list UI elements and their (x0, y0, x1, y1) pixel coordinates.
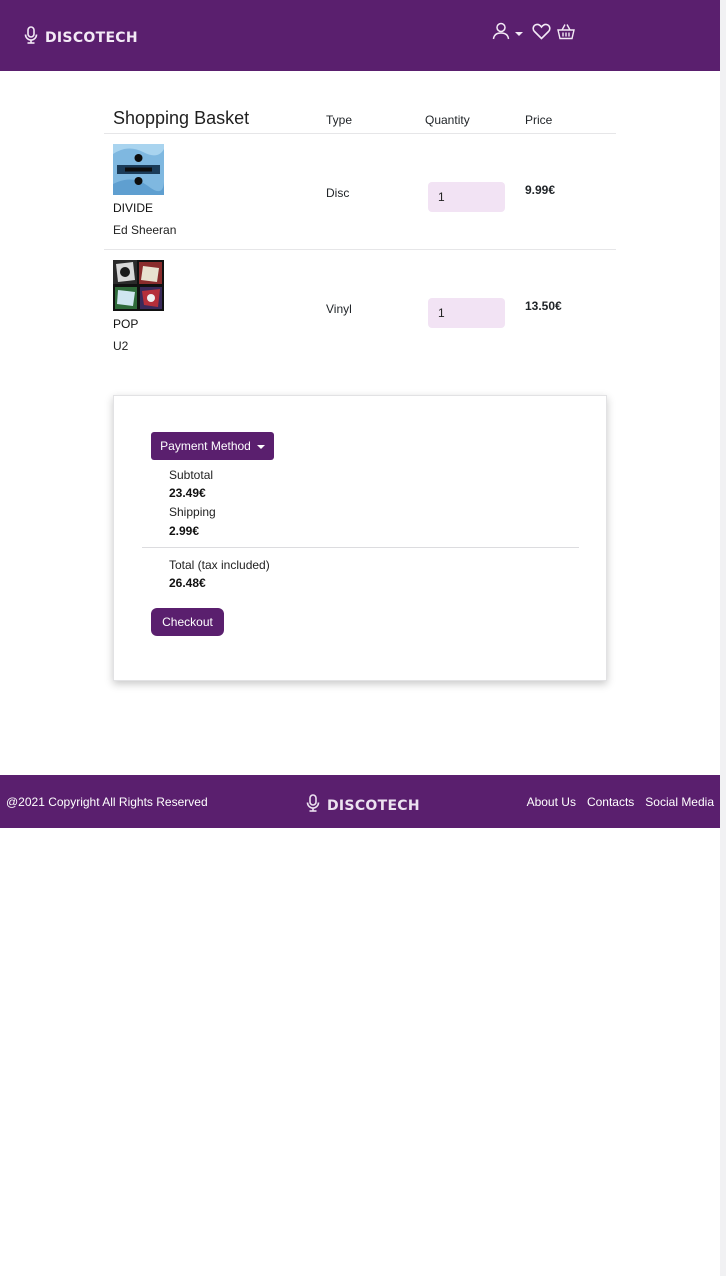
table-row: POP U2 Vinyl 13.50€ (104, 250, 616, 366)
item-type: Vinyl (326, 302, 352, 316)
user-menu-toggle[interactable] (492, 22, 523, 45)
shipping-value: 2.99€ (169, 524, 200, 538)
social-media-link[interactable]: Social Media (645, 795, 714, 809)
about-us-link[interactable]: About Us (527, 795, 576, 809)
summary-divider (142, 547, 579, 548)
nav-icons (492, 22, 575, 45)
column-header-type: Type (326, 113, 353, 127)
top-navbar: DISCOTECH (0, 0, 720, 71)
copyright-text: @2021 Copyright All Rights Reserved (6, 795, 208, 809)
total-value: 26.48€ (169, 576, 206, 590)
album-cover-divide[interactable] (113, 144, 164, 195)
album-cover-pop[interactable] (113, 260, 164, 311)
table-row: DIVIDE Ed Sheeran Disc 9.99€ (104, 134, 616, 250)
checkout-button[interactable]: Checkout (151, 608, 224, 636)
column-header-price: Price (525, 113, 553, 127)
payment-method-dropdown[interactable]: Payment Method (151, 432, 274, 460)
basket-button[interactable] (557, 23, 575, 45)
album-title[interactable]: DIVIDE (113, 201, 153, 215)
basket-header: Shopping Basket Type Quantity Price (104, 104, 616, 134)
user-icon (492, 22, 510, 45)
page-title: Shopping Basket (113, 108, 250, 128)
footer-brand-logo[interactable]: DISCOTECH (306, 794, 420, 817)
subtotal-label: Subtotal (169, 468, 214, 482)
shipping-label: Shipping (169, 505, 216, 519)
microphone-icon (24, 26, 38, 49)
quantity-input[interactable] (428, 182, 505, 212)
chevron-down-icon (515, 31, 523, 36)
microphone-icon (306, 794, 320, 817)
payment-method-label: Payment Method (160, 439, 251, 453)
subtotal-value: 23.49€ (169, 486, 206, 500)
basket-icon (557, 23, 575, 45)
item-type: Disc (326, 186, 350, 200)
item-price: 13.50€ (525, 299, 562, 313)
footer-links: About Us Contacts Social Media (527, 795, 714, 809)
brand-name: DISCOTECH (45, 29, 138, 46)
total-label: Total (tax included) (169, 558, 270, 572)
album-artist: Ed Sheeran (113, 223, 177, 237)
quantity-input[interactable] (428, 298, 505, 328)
page-edge (720, 0, 726, 1276)
brand-logo[interactable]: DISCOTECH (24, 26, 138, 49)
album-artist: U2 (113, 339, 129, 353)
chevron-down-icon (256, 444, 265, 449)
footer-brand-name: DISCOTECH (327, 797, 420, 814)
footer: @2021 Copyright All Rights Reserved DISC… (0, 775, 720, 828)
item-price: 9.99€ (525, 183, 556, 197)
wishlist-button[interactable] (532, 23, 551, 45)
album-title[interactable]: POP (113, 317, 138, 331)
order-summary-card: Payment Method Subtotal 23.49€ Shipping … (113, 395, 607, 681)
column-header-quantity: Quantity (425, 113, 470, 127)
contacts-link[interactable]: Contacts (587, 795, 634, 809)
shopping-basket: Shopping Basket Type Quantity Price DIVI… (104, 104, 616, 366)
heart-icon (532, 23, 551, 45)
